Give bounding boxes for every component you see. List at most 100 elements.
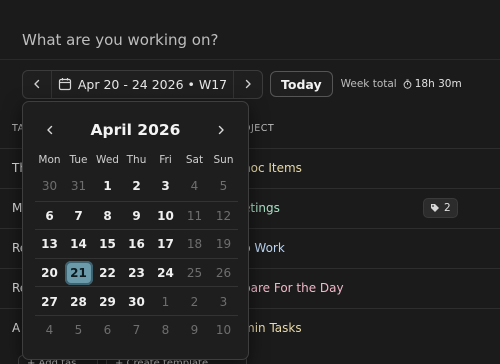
calendar-day-number: 5 <box>219 179 228 194</box>
calendar-day[interactable]: 8 <box>151 316 180 345</box>
calendar-day[interactable]: 15 <box>93 230 122 259</box>
calendar-day-number: 6 <box>45 208 54 223</box>
prev-month-button[interactable] <box>43 125 57 135</box>
weekday-label: Fri <box>159 154 172 166</box>
calendar-day[interactable]: 31 <box>64 172 93 201</box>
task-description-input[interactable] <box>0 0 500 60</box>
tag-badge[interactable]: 2 <box>423 198 458 218</box>
calendar-day-number: 28 <box>70 294 87 309</box>
calendar-day-number: 26 <box>215 266 232 281</box>
toolbar: Apr 20 - 24 2026 • W17 Today Week total … <box>22 69 462 99</box>
calendar-day-number: 23 <box>128 266 145 281</box>
calendar-day[interactable]: 18 <box>180 230 209 259</box>
calendar-day[interactable]: 9 <box>180 316 209 345</box>
calendar-day[interactable]: 11 <box>180 202 209 231</box>
calendar-day[interactable]: 30 <box>35 172 64 201</box>
calendar-day[interactable]: 24 <box>151 259 180 288</box>
date-range-picker-button[interactable]: Apr 20 - 24 2026 • W17 <box>51 70 234 98</box>
calendar-day[interactable]: 10 <box>151 202 180 231</box>
calendar-day-number: 21 <box>64 261 93 286</box>
calendar-day[interactable]: 2 <box>180 287 209 316</box>
calendar-day[interactable]: 6 <box>35 202 64 231</box>
calendar-day[interactable]: 28 <box>64 287 93 316</box>
calendar-day-number: 4 <box>190 179 199 194</box>
calendar-day[interactable]: 12 <box>209 202 238 231</box>
prev-week-button[interactable] <box>23 71 51 98</box>
calendar-day-number: 1 <box>103 179 112 194</box>
calendar-day-number: 22 <box>99 266 116 281</box>
calendar-day-number: 10 <box>215 323 232 338</box>
calendar-day-number: 13 <box>41 237 58 252</box>
date-range-nav: Apr 20 - 24 2026 • W17 <box>22 69 263 99</box>
calendar-day-number: 24 <box>157 266 174 281</box>
calendar-day[interactable]: 1 <box>151 287 180 316</box>
project-cell[interactable]: p Work <box>243 241 285 255</box>
weekday-label: Sun <box>213 154 234 166</box>
calendar-day[interactable]: 1 <box>93 172 122 201</box>
calendar-day[interactable]: 17 <box>151 230 180 259</box>
project-cell[interactable]: min Tasks <box>243 321 302 335</box>
calendar-day[interactable]: 7 <box>64 202 93 231</box>
project-cell[interactable]: pare For the Day <box>243 281 344 295</box>
calendar-day-number: 29 <box>99 294 116 309</box>
calendar-header: April 2026 <box>23 116 248 144</box>
weekday-header: Mon Tue Wed Thu Fri Sat Sun <box>35 154 238 172</box>
calendar-day-number: 27 <box>41 294 58 309</box>
calendar-day[interactable]: 8 <box>93 202 122 231</box>
calendar-day[interactable]: 4 <box>35 316 64 345</box>
stopwatch-icon <box>403 79 412 89</box>
next-week-button[interactable] <box>234 71 262 98</box>
calendar-day-number: 7 <box>132 323 141 338</box>
date-range-label: Apr 20 - 24 2026 • W17 <box>77 76 228 92</box>
task-cell: M <box>12 201 23 215</box>
calendar-day[interactable]: 3 <box>151 172 180 201</box>
calendar-day-number: 2 <box>132 179 141 194</box>
calendar-day-number: 3 <box>161 179 170 194</box>
calendar-day[interactable]: 9 <box>122 202 151 231</box>
calendar-day-number: 30 <box>41 179 58 194</box>
calendar-day-number: 8 <box>103 208 112 223</box>
calendar-day[interactable]: 26 <box>209 259 238 288</box>
calendar-week-row: 4 5 6 7 8 9 10 <box>35 314 238 345</box>
calendar-week-row: 6 7 8 9 10 11 12 <box>35 200 238 231</box>
calendar-day[interactable]: 22 <box>93 259 122 288</box>
week-total: Week total 18h 30m <box>341 78 462 90</box>
calendar-day[interactable]: 5 <box>64 316 93 345</box>
calendar-week-row: 20 21 22 23 24 25 26 <box>35 257 238 288</box>
weekday-label: Mon <box>38 154 61 166</box>
next-month-button[interactable] <box>214 125 228 135</box>
today-button[interactable]: Today <box>270 71 333 97</box>
calendar-day-number: 18 <box>186 237 203 252</box>
calendar-day[interactable]: 20 <box>35 259 64 288</box>
calendar-day-number: 6 <box>103 323 112 338</box>
chevron-right-icon <box>218 125 224 135</box>
calendar-day[interactable]: 30 <box>122 287 151 316</box>
calendar-day[interactable]: 5 <box>209 172 238 201</box>
calendar-day-number: 10 <box>157 208 174 223</box>
calendar-day[interactable]: 4 <box>180 172 209 201</box>
calendar-day[interactable]: 29 <box>93 287 122 316</box>
calendar-day[interactable]: 19 <box>209 230 238 259</box>
calendar-day[interactable]: 16 <box>122 230 151 259</box>
calendar-day-number: 31 <box>70 179 87 194</box>
calendar-day[interactable]: 7 <box>122 316 151 345</box>
calendar-day[interactable]: 10 <box>209 316 238 345</box>
calendar-day-number: 9 <box>190 323 199 338</box>
calendar-day-number: 1 <box>161 294 170 309</box>
calendar-day[interactable]: 3 <box>209 287 238 316</box>
calendar-day[interactable]: 13 <box>35 230 64 259</box>
calendar-day-number: 12 <box>215 208 232 223</box>
calendar-day[interactable]: 6 <box>93 316 122 345</box>
calendar-icon <box>58 78 71 91</box>
weekday-label: Wed <box>96 154 119 166</box>
calendar-week-row: 30 31 1 2 3 4 5 <box>35 172 238 201</box>
calendar-day[interactable]: 23 <box>122 259 151 288</box>
project-cell[interactable]: hoc Items <box>243 161 302 175</box>
calendar-day[interactable]: 14 <box>64 230 93 259</box>
calendar-day[interactable]: 25 <box>180 259 209 288</box>
calendar-day[interactable]: 21 <box>64 259 93 288</box>
calendar-day[interactable]: 2 <box>122 172 151 201</box>
calendar-day[interactable]: 27 <box>35 287 64 316</box>
calendar-day-number: 15 <box>99 237 116 252</box>
calendar-day-number: 5 <box>74 323 83 338</box>
